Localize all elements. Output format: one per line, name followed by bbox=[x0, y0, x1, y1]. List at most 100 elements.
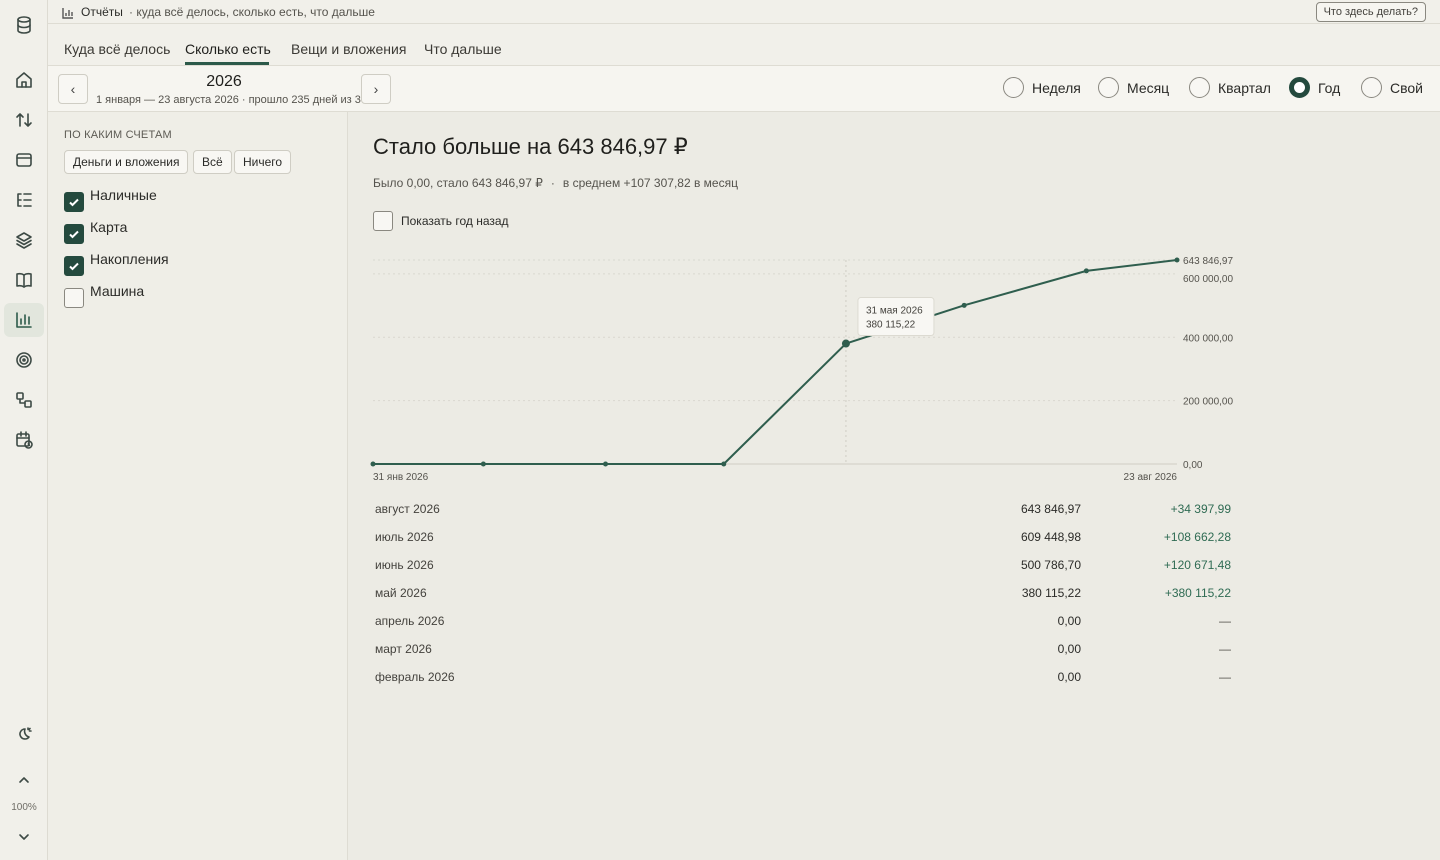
data-point bbox=[1174, 257, 1180, 263]
data-point bbox=[841, 339, 850, 348]
was-now-text: Было 0,00, стало 643 846,97 ₽ bbox=[373, 176, 543, 190]
month-balance: 0,00 bbox=[1057, 670, 1081, 684]
show-previous-year-toggle[interactable]: Показать год назад bbox=[373, 211, 509, 231]
period-year: 2026 bbox=[206, 73, 242, 90]
tab-whats-next[interactable]: Что дальше bbox=[424, 41, 502, 57]
tooltip-date: 31 мая 2026 bbox=[866, 306, 923, 317]
table-row: февраль 2026 0,00 — bbox=[373, 668, 1235, 696]
tab-where-it-went[interactable]: Куда всё делось bbox=[64, 41, 170, 57]
account-savings[interactable]: Накопления bbox=[64, 251, 169, 276]
layers-icon[interactable] bbox=[4, 223, 44, 257]
separator-dot: · bbox=[550, 176, 555, 190]
period-custom[interactable]: Свой bbox=[1361, 77, 1423, 98]
breadcrumb-title: Отчёты bbox=[81, 5, 123, 19]
table-row: июнь 2026 500 786,70 +120 671,48 bbox=[373, 556, 1235, 584]
month-label: май 2026 bbox=[375, 586, 427, 600]
checkbox[interactable] bbox=[64, 288, 84, 308]
chip-all[interactable]: Всё bbox=[193, 150, 232, 174]
data-point bbox=[370, 461, 376, 467]
workflow-icon[interactable] bbox=[4, 383, 44, 417]
transfers-icon[interactable] bbox=[4, 103, 44, 137]
list-tree-icon[interactable] bbox=[4, 183, 44, 217]
check-icon bbox=[69, 198, 79, 207]
wallet-icon[interactable] bbox=[4, 143, 44, 177]
breadcrumb-subtitle: · куда всё делось, сколько есть, что дал… bbox=[129, 5, 375, 19]
account-card[interactable]: Карта bbox=[64, 219, 127, 244]
tab-things-investments[interactable]: Вещи и вложения bbox=[291, 41, 406, 57]
summary-line: Было 0,00, стало 643 846,97 ₽ · в среднем … bbox=[373, 176, 738, 190]
monthly-table: август 2026 643 846,97 +34 397,99 июль 2026… bbox=[373, 500, 1235, 696]
chip-none[interactable]: Ничего bbox=[234, 150, 292, 174]
check-icon bbox=[69, 230, 79, 239]
tab-how-much[interactable]: Сколько есть bbox=[185, 41, 271, 57]
checkbox[interactable] bbox=[64, 256, 84, 276]
calendar-clock-icon[interactable] bbox=[4, 423, 44, 457]
series-line bbox=[373, 259, 1178, 465]
month-label: март 2026 bbox=[375, 642, 432, 656]
y-tick-label: 200 000,00 bbox=[1183, 397, 1233, 408]
radio-dot bbox=[1189, 77, 1210, 98]
checkbox[interactable] bbox=[64, 192, 84, 212]
monthly-average: в среднем +107 307,82 в месяц bbox=[562, 176, 738, 190]
y-tick-label: 400 000,00 bbox=[1183, 333, 1233, 344]
chevron-down-icon[interactable] bbox=[4, 820, 44, 854]
report-tabs: Куда всё делось Сколько есть Вещи и влож… bbox=[48, 24, 1440, 66]
next-period-button[interactable]: › bbox=[361, 74, 391, 104]
target-icon[interactable] bbox=[4, 343, 44, 377]
balance-line-chart: 0,00 200 000,00 400 000,00 600 000,00 643 84… bbox=[370, 256, 1233, 483]
tooltip-value: 380 115,22 bbox=[866, 320, 916, 331]
checkbox[interactable] bbox=[64, 224, 84, 244]
period-quarter[interactable]: Квартал bbox=[1189, 77, 1271, 98]
table-row: апрель 2026 0,00 — bbox=[373, 612, 1235, 640]
x-label-start: 31 янв 2026 bbox=[373, 472, 429, 483]
account-cash[interactable]: Наличные bbox=[64, 187, 157, 212]
net-change-headline: Стало больше на 643 846,97 ₽ bbox=[373, 134, 688, 159]
main-content: Стало больше на 643 846,97 ₽ Было 0,00, … bbox=[349, 112, 1440, 860]
check-icon bbox=[69, 262, 79, 271]
checkbox[interactable] bbox=[373, 211, 393, 231]
data-point bbox=[961, 302, 967, 308]
radio-dot bbox=[1289, 77, 1310, 98]
month-label: июнь 2026 bbox=[375, 558, 434, 572]
data-point bbox=[480, 461, 486, 467]
y-tick-label: 643 846,97 bbox=[1183, 256, 1233, 267]
chevron-up-icon[interactable] bbox=[4, 763, 44, 797]
database-icon[interactable] bbox=[4, 8, 44, 42]
month-delta: +380 115,22 bbox=[1164, 586, 1231, 600]
accounts-panel: ПО КАКИМ СЧЕТАМ Деньги и вложения Всё Ни… bbox=[48, 112, 348, 860]
period-year-option[interactable]: Год bbox=[1289, 77, 1340, 98]
table-row: март 2026 0,00 — bbox=[373, 640, 1235, 668]
chip-money-investments[interactable]: Деньги и вложения bbox=[64, 150, 189, 174]
bar-chart-icon bbox=[62, 6, 74, 19]
data-point bbox=[603, 461, 609, 467]
accounts-heading: ПО КАКИМ СЧЕТАМ bbox=[64, 129, 172, 141]
table-row: август 2026 643 846,97 +34 397,99 bbox=[373, 500, 1235, 528]
balance-chart: 0,00 200 000,00 400 000,00 600 000,00 643 84… bbox=[349, 242, 1440, 492]
radio-dot bbox=[1098, 77, 1119, 98]
month-delta: +120 671,48 bbox=[1163, 558, 1231, 572]
month-balance: 0,00 bbox=[1057, 642, 1081, 656]
period-month[interactable]: Месяц bbox=[1098, 77, 1169, 98]
zoom-level: 100% bbox=[11, 802, 37, 813]
y-tick-label: 0,00 bbox=[1183, 460, 1203, 471]
period-week[interactable]: Неделя bbox=[1003, 77, 1081, 98]
month-delta: — bbox=[1219, 642, 1231, 656]
theme-toggle-icon[interactable] bbox=[4, 717, 44, 751]
month-balance: 609 448,98 bbox=[1020, 530, 1081, 544]
home-icon[interactable] bbox=[4, 63, 44, 97]
x-label-end: 23 авг 2026 bbox=[1124, 472, 1178, 483]
month-balance: 500 786,70 bbox=[1020, 558, 1081, 572]
account-car[interactable]: Машина bbox=[64, 283, 144, 308]
month-label: февраль 2026 bbox=[375, 670, 455, 684]
book-icon[interactable] bbox=[4, 263, 44, 297]
data-point bbox=[1083, 268, 1089, 274]
radio-dot bbox=[1003, 77, 1024, 98]
help-button[interactable]: Что здесь делать? bbox=[1315, 2, 1426, 22]
prev-period-button[interactable]: ‹ bbox=[58, 74, 88, 104]
period-range: 1 января — 23 августа 2026 · прошло 235 … bbox=[96, 94, 374, 106]
month-label: август 2026 bbox=[375, 502, 440, 516]
y-tick-label: 600 000,00 bbox=[1183, 274, 1233, 285]
bar-chart-icon[interactable] bbox=[4, 303, 44, 337]
month-delta: — bbox=[1219, 670, 1231, 684]
month-delta: +108 662,28 bbox=[1163, 530, 1231, 544]
